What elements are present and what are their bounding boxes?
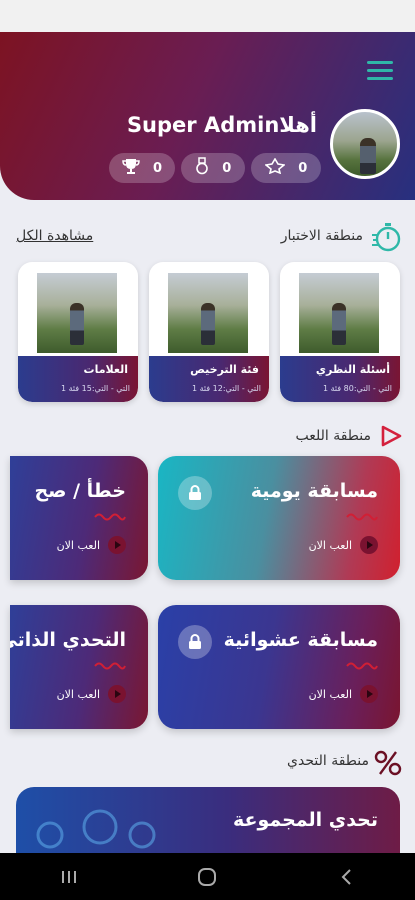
system-nav-bar bbox=[0, 853, 415, 900]
play-circle-icon bbox=[108, 536, 126, 554]
challenge-icon bbox=[374, 750, 402, 776]
card-meta: التي - التي:80 فئة 1 bbox=[322, 384, 392, 393]
badge-icon bbox=[263, 157, 286, 178]
card-title: فئة الترخيص bbox=[190, 363, 259, 376]
game-title: مسابقة يومية bbox=[250, 480, 378, 502]
stat-value: 0 bbox=[152, 160, 163, 176]
stat-badge[interactable]: 0 bbox=[251, 153, 321, 183]
card-meta: التي - التي:12 فئة 1 bbox=[191, 384, 261, 393]
play-now-label: العب الان bbox=[56, 538, 100, 552]
play-now-button[interactable]: العب الان bbox=[309, 536, 378, 554]
group-people-icon bbox=[36, 809, 156, 849]
game-self-challenge[interactable]: التحدي الذاتي العب الان bbox=[10, 605, 148, 729]
game-title: خطأ / صح bbox=[34, 480, 126, 502]
back-icon[interactable] bbox=[326, 862, 366, 892]
play-now-label: العب الان bbox=[308, 538, 352, 552]
play-now-button[interactable]: العب الان bbox=[309, 685, 378, 703]
lock-icon bbox=[178, 476, 212, 510]
wave-icon bbox=[94, 662, 126, 670]
play-circle-icon bbox=[360, 536, 378, 554]
test-card[interactable]: العلامات التي - التي:15 فئة 1 bbox=[18, 262, 138, 402]
wave-icon bbox=[346, 513, 378, 521]
card-title: العلامات bbox=[83, 363, 128, 376]
stat-value: 0 bbox=[298, 160, 308, 176]
wave-icon bbox=[94, 513, 126, 521]
play-area-title: منطقة اللعب bbox=[295, 428, 371, 444]
test-card[interactable]: أسئلة النظري التي - التي:80 فئة 1 bbox=[280, 262, 400, 402]
game-title: مسابقة عشوائية bbox=[223, 629, 378, 651]
test-area-title: منطقة الاختبار bbox=[280, 228, 363, 244]
recent-apps-icon[interactable] bbox=[49, 862, 89, 892]
avatar[interactable] bbox=[330, 109, 400, 179]
greeting-text: أهلاSuper Admin bbox=[126, 113, 317, 137]
game-random-quiz[interactable]: مسابقة عشوائية العب الان bbox=[158, 605, 400, 729]
home-icon[interactable] bbox=[187, 862, 227, 892]
play-now-button[interactable]: العب الان bbox=[57, 536, 126, 554]
play-circle-icon bbox=[108, 685, 126, 703]
game-title: التحدي الذاتي bbox=[10, 629, 126, 651]
view-all-link[interactable]: مشاهدة الكل bbox=[16, 228, 93, 244]
challenge-area-title: منطقة التحدي bbox=[287, 753, 369, 769]
play-now-label: العب الان bbox=[56, 687, 100, 701]
game-daily-quiz[interactable]: مسابقة يومية العب الان bbox=[158, 456, 400, 580]
wave-icon bbox=[346, 662, 378, 670]
group-challenge-card[interactable]: تحدي المجموعة bbox=[16, 787, 400, 857]
menu-icon[interactable] bbox=[367, 61, 395, 81]
stat-medal[interactable]: 0 bbox=[181, 153, 245, 183]
stat-trophy[interactable]: 0 bbox=[109, 153, 175, 183]
test-card[interactable]: فئة الترخيص التي - التي:12 فئة 1 bbox=[149, 262, 269, 402]
card-meta: التي - التي:15 فئة 1 bbox=[60, 384, 130, 393]
play-now-label: العب الان bbox=[308, 687, 352, 701]
game-true-false[interactable]: خطأ / صح العب الان bbox=[10, 456, 148, 580]
play-now-button[interactable]: العب الان bbox=[57, 685, 126, 703]
status-bar bbox=[0, 0, 415, 32]
play-circle-icon bbox=[360, 685, 378, 703]
card-image bbox=[168, 273, 248, 353]
play-icon bbox=[380, 425, 402, 447]
stat-value: 0 bbox=[222, 160, 232, 176]
medal-icon bbox=[195, 157, 209, 179]
card-image bbox=[299, 273, 379, 353]
lock-icon bbox=[178, 625, 212, 659]
group-challenge-title: تحدي المجموعة bbox=[232, 809, 378, 831]
card-title: أسئلة النظري bbox=[315, 363, 390, 376]
trophy-icon bbox=[122, 157, 140, 179]
stopwatch-icon bbox=[370, 221, 402, 253]
card-image bbox=[37, 273, 117, 353]
